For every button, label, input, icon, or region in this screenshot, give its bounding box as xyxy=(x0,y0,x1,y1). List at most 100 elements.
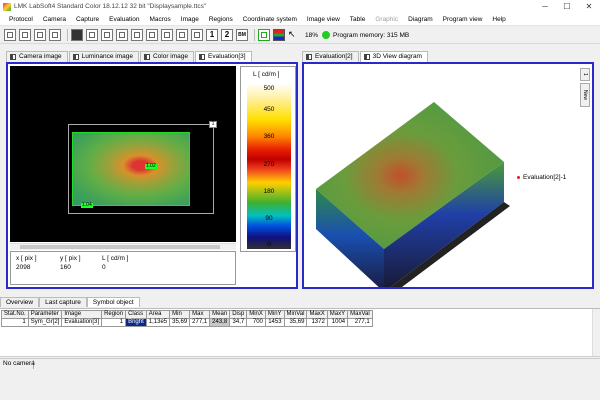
menu-graphic[interactable]: Graphic xyxy=(370,16,403,23)
menu-macros[interactable]: Macros xyxy=(144,16,175,23)
column-header-maxx[interactable]: MaxX xyxy=(306,310,328,319)
column-header-class[interactable]: Class xyxy=(125,310,147,319)
menu-camera[interactable]: Camera xyxy=(38,16,71,23)
corner-marker: 1.04 xyxy=(81,202,93,208)
tab-evaluation-3[interactable]: Evaluation[3] xyxy=(195,51,252,62)
table-cell-class: Bright xyxy=(125,318,147,327)
tab-symbol-object[interactable]: Symbol object xyxy=(86,297,140,307)
column-header-disp[interactable]: Disp xyxy=(229,310,248,319)
column-header-area[interactable]: Area xyxy=(145,310,171,319)
column-header-maxval[interactable]: MaxVal xyxy=(347,310,373,319)
table-cell-maxval: 277,1 xyxy=(347,318,373,327)
column-header-minx[interactable]: MinX xyxy=(246,310,266,319)
split-horizontal-icon[interactable] xyxy=(176,29,188,41)
color-scale-tick: 500 xyxy=(263,85,275,92)
horizontal-scrollbar[interactable] xyxy=(10,243,236,250)
column-header-miny[interactable]: MinY xyxy=(264,310,285,319)
tab-label: Color image xyxy=(152,53,188,60)
tab-3d-view-diagram[interactable]: 3D View diagram xyxy=(359,51,428,62)
tab-luminance-image[interactable]: Luminance image xyxy=(68,51,139,62)
bm-button[interactable]: BM xyxy=(236,29,248,41)
menu-evaluation[interactable]: Evaluation xyxy=(104,16,144,23)
tab-label: Evaluation[3] xyxy=(208,53,246,60)
print-icon[interactable] xyxy=(34,29,46,41)
heatmap-region xyxy=(72,132,190,206)
column-header-mean[interactable]: Mean xyxy=(209,310,231,319)
color-palette-icon[interactable] xyxy=(273,29,285,41)
color-scale: L [ cd/m ] 500 450 360 270 180 90 0 xyxy=(240,66,296,252)
layer-icon[interactable] xyxy=(116,29,128,41)
luminance-image[interactable]: 1 1.02 1.04 xyxy=(10,66,236,242)
bottom-tabs: Overview Last capture Symbol object xyxy=(0,297,140,308)
x-header: x [ pix ] xyxy=(16,255,37,262)
divider xyxy=(0,356,600,357)
menu-regions[interactable]: Regions xyxy=(204,16,238,23)
column-header-max[interactable]: Max xyxy=(189,310,211,319)
fit-view-icon[interactable] xyxy=(86,29,98,41)
save-icon[interactable] xyxy=(19,29,31,41)
menu-table[interactable]: Table xyxy=(345,16,371,23)
column-header-stat-no[interactable]: Stat.No. xyxy=(1,310,29,319)
view-2-button[interactable]: 2 xyxy=(221,29,233,41)
table-cell-area: 1,13e5 xyxy=(145,318,171,327)
menu-image[interactable]: Image xyxy=(176,16,204,23)
results-table: Stat.No. Parameter Image Region Class Area Min… xyxy=(1,310,373,327)
memory-status-icon xyxy=(322,31,331,39)
l-header: L [ cd/m ] xyxy=(102,255,129,262)
table-cell-maxx: 1372 xyxy=(306,318,328,327)
tile-icon[interactable] xyxy=(161,29,173,41)
column-header-image[interactable]: Image xyxy=(61,310,103,319)
view-1-button[interactable]: 1 xyxy=(206,29,218,41)
minimize-button[interactable]: ─ xyxy=(534,2,556,11)
menu-help[interactable]: Help xyxy=(487,16,510,23)
side-button-1[interactable]: 1 xyxy=(580,68,590,81)
program-memory: Program memory: 315 MB xyxy=(333,31,410,39)
column-header-maxy[interactable]: MaxY xyxy=(326,310,349,319)
plot-legend: Evaluation[2]-1 xyxy=(517,174,566,181)
close-button[interactable]: ✕ xyxy=(578,2,600,11)
vertical-scrollbar[interactable] xyxy=(592,309,600,357)
y-value: 160 xyxy=(60,264,71,271)
column-header-min[interactable]: Min xyxy=(169,310,191,319)
column-header-parameter[interactable]: Parameter xyxy=(27,310,63,319)
menu-diagram[interactable]: Diagram xyxy=(403,16,438,23)
pointer-icon[interactable]: ↖ xyxy=(288,29,300,41)
table-cell-disp: 34,7 xyxy=(229,318,248,327)
tab-color-image[interactable]: Color image xyxy=(139,51,194,62)
l-value: 0 xyxy=(102,264,106,271)
maximize-button[interactable]: ☐ xyxy=(556,2,578,11)
tab-evaluation-2[interactable]: Evaluation[2] xyxy=(302,51,359,62)
tab-overview[interactable]: Overview xyxy=(0,297,40,307)
center-marker: 1.02 xyxy=(145,163,157,169)
app-logo-icon xyxy=(3,2,11,11)
split-vertical-icon[interactable] xyxy=(191,29,203,41)
table-row[interactable]: 1 Sym_Gr[2] Evaluation[3] 1 Bright 1,13e5 35,6… xyxy=(1,318,373,327)
open-file-icon[interactable] xyxy=(4,29,16,41)
tab-last-capture[interactable]: Last capture xyxy=(39,297,87,307)
tab-camera-image[interactable]: Camera image xyxy=(6,51,68,62)
menu-program-view[interactable]: Program view xyxy=(438,16,488,23)
toolbar-separator xyxy=(67,29,68,41)
table-cell-parameter: Sym_Gr[2] xyxy=(27,318,63,327)
side-button-new[interactable]: New xyxy=(580,83,590,107)
menu-capture[interactable]: Capture xyxy=(71,16,104,23)
column-header-minval[interactable]: MinVal xyxy=(283,310,308,319)
scrollbar-thumb[interactable] xyxy=(20,245,220,249)
results-table-panel: Stat.No. Parameter Image Region Class Area Min… xyxy=(0,308,600,357)
column-header-region[interactable]: Region xyxy=(101,310,127,319)
3d-view-diagram: Evaluation[2]-1 1 New xyxy=(302,62,594,289)
table-cell-min: 35,69 xyxy=(169,318,191,327)
table-cell-miny: 1453 xyxy=(264,318,285,327)
curve-icon[interactable] xyxy=(258,29,270,41)
table-cell-minx: 700 xyxy=(246,318,266,327)
camera-icon[interactable] xyxy=(49,29,61,41)
tab-label: Evaluation[2] xyxy=(315,53,353,60)
region-label: 1 xyxy=(209,121,217,128)
region-icon[interactable] xyxy=(131,29,143,41)
grid-view-icon[interactable] xyxy=(71,29,83,41)
menu-coordinate-system[interactable]: Coordinate system xyxy=(238,16,302,23)
menu-protocol[interactable]: Protocol xyxy=(4,16,38,23)
cascade-icon[interactable] xyxy=(146,29,158,41)
copy-icon[interactable] xyxy=(101,29,113,41)
menu-image-view[interactable]: Image view xyxy=(302,16,345,23)
